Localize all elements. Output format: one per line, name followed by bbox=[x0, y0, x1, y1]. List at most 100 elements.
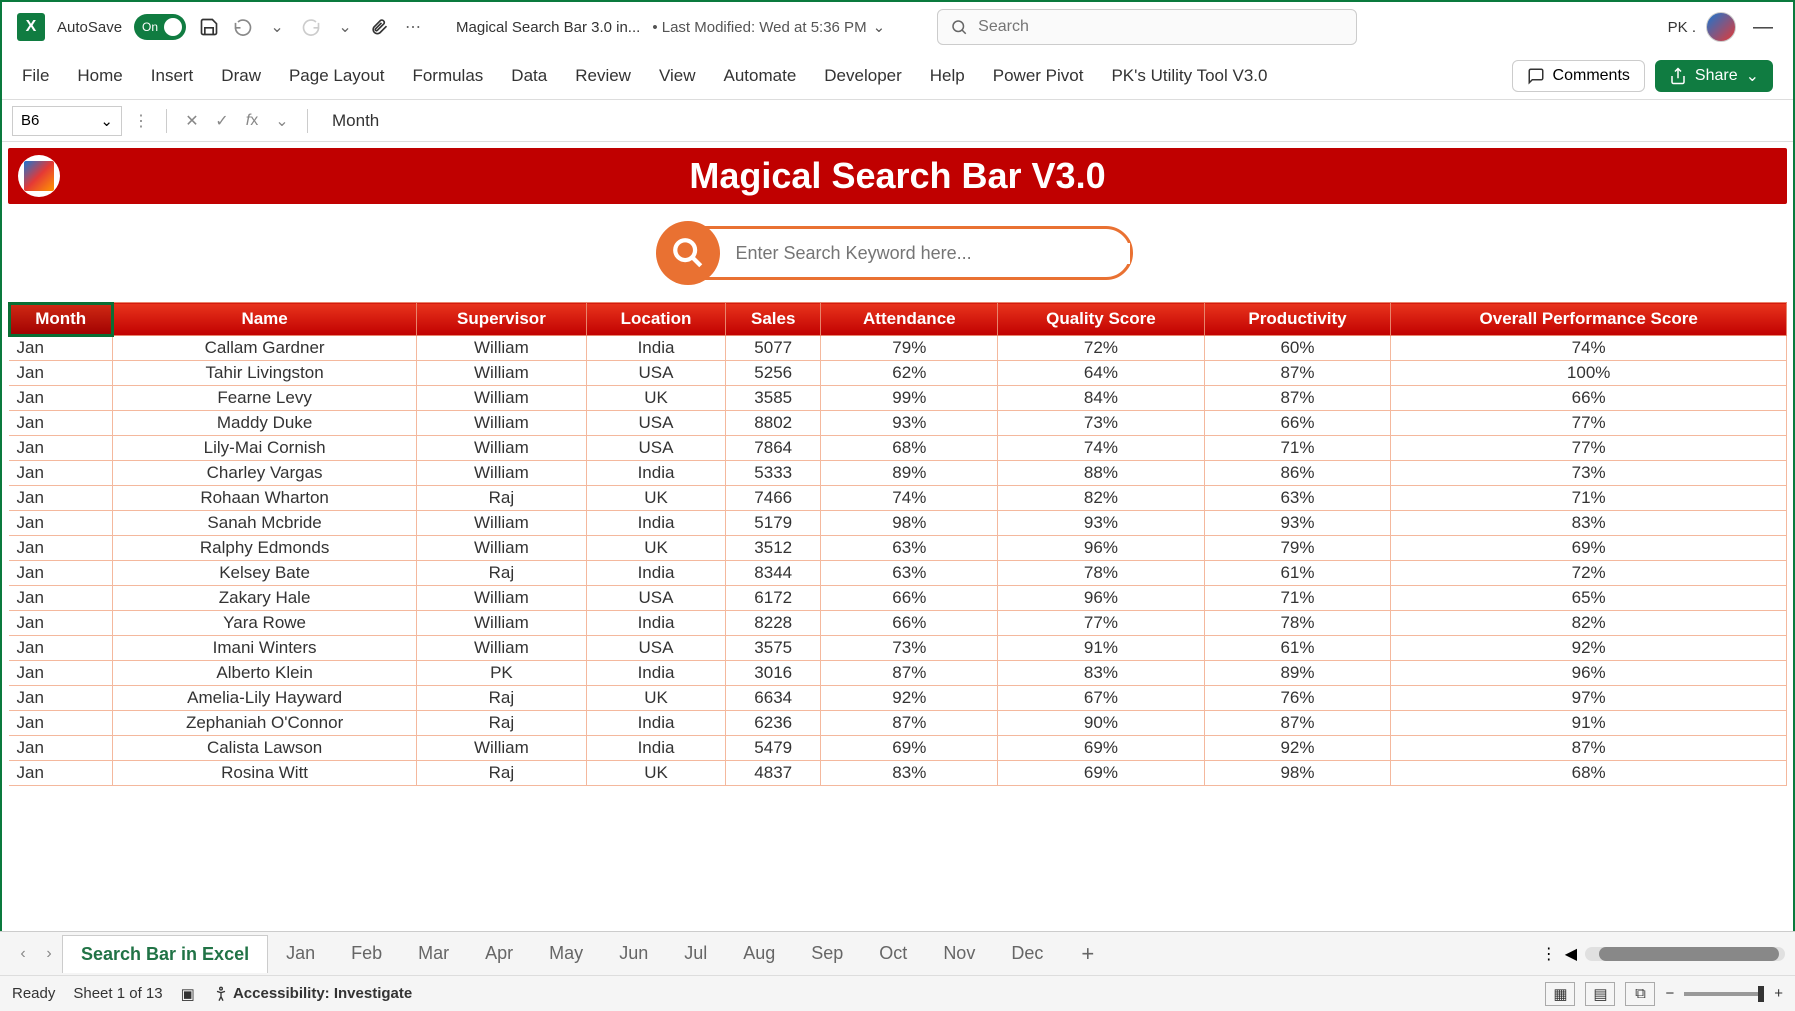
cell[interactable]: 83% bbox=[998, 661, 1204, 686]
cell[interactable]: 71% bbox=[1204, 586, 1391, 611]
col-header[interactable]: Supervisor bbox=[416, 303, 586, 336]
sheet-tab-mar[interactable]: Mar bbox=[400, 935, 467, 972]
cell[interactable]: 96% bbox=[1391, 661, 1787, 686]
ribbon-tab-formulas[interactable]: Formulas bbox=[412, 66, 483, 86]
view-normal-icon[interactable]: ▦ bbox=[1545, 982, 1575, 1006]
cell[interactable]: 74% bbox=[1391, 336, 1787, 361]
col-header[interactable]: Attendance bbox=[821, 303, 998, 336]
cell[interactable]: 5179 bbox=[726, 511, 821, 536]
ribbon-tab-page-layout[interactable]: Page Layout bbox=[289, 66, 384, 86]
sheet-options-icon[interactable]: ⋮ bbox=[1541, 944, 1557, 964]
cell[interactable]: UK bbox=[587, 486, 726, 511]
cell[interactable]: Jan bbox=[9, 536, 113, 561]
cell[interactable]: 66% bbox=[821, 611, 998, 636]
table-row[interactable]: JanZakary HaleWilliamUSA617266%96%71%65% bbox=[9, 586, 1787, 611]
sheet-tab-may[interactable]: May bbox=[531, 935, 601, 972]
cell[interactable]: Jan bbox=[9, 411, 113, 436]
cell[interactable]: 69% bbox=[998, 736, 1204, 761]
attach-icon[interactable] bbox=[368, 16, 390, 38]
col-header[interactable]: Month bbox=[9, 303, 113, 336]
cell[interactable]: 7864 bbox=[726, 436, 821, 461]
ribbon-tab-automate[interactable]: Automate bbox=[724, 66, 797, 86]
cell[interactable]: India bbox=[587, 736, 726, 761]
col-header[interactable]: Sales bbox=[726, 303, 821, 336]
search-icon[interactable] bbox=[656, 221, 720, 285]
redo-icon[interactable] bbox=[300, 16, 322, 38]
cell[interactable]: William bbox=[416, 361, 586, 386]
cell[interactable]: 63% bbox=[1204, 486, 1391, 511]
cell[interactable]: USA bbox=[587, 586, 726, 611]
share-button[interactable]: Share ⌄ bbox=[1655, 60, 1773, 92]
ribbon-tab-developer[interactable]: Developer bbox=[824, 66, 902, 86]
minimize-ribbon-icon[interactable]: — bbox=[1748, 16, 1778, 39]
cell[interactable]: Rosina Witt bbox=[113, 761, 416, 786]
cell[interactable]: USA bbox=[587, 411, 726, 436]
global-search-input[interactable] bbox=[978, 18, 1344, 36]
cell[interactable]: 62% bbox=[821, 361, 998, 386]
cell[interactable]: 66% bbox=[821, 586, 998, 611]
cell[interactable]: 72% bbox=[1391, 561, 1787, 586]
cell[interactable]: 97% bbox=[1391, 686, 1787, 711]
cell[interactable]: 89% bbox=[1204, 661, 1391, 686]
table-row[interactable]: JanCharley VargasWilliamIndia533389%88%8… bbox=[9, 461, 1787, 486]
horizontal-scrollbar[interactable] bbox=[1585, 947, 1785, 961]
cell[interactable]: Zakary Hale bbox=[113, 586, 416, 611]
cell[interactable]: 87% bbox=[1391, 736, 1787, 761]
cell[interactable]: Jan bbox=[9, 386, 113, 411]
cell[interactable]: Charley Vargas bbox=[113, 461, 416, 486]
comments-button[interactable]: Comments bbox=[1512, 60, 1645, 92]
sheet-tab-active[interactable]: Search Bar in Excel bbox=[62, 935, 268, 973]
cell[interactable]: Callam Gardner bbox=[113, 336, 416, 361]
cell[interactable]: 84% bbox=[998, 386, 1204, 411]
cell[interactable]: 86% bbox=[1204, 461, 1391, 486]
cell[interactable]: 87% bbox=[1204, 711, 1391, 736]
table-row[interactable]: JanFearne LevyWilliamUK358599%84%87%66% bbox=[9, 386, 1787, 411]
cell[interactable]: Rohaan Wharton bbox=[113, 486, 416, 511]
cell[interactable]: Jan bbox=[9, 436, 113, 461]
cell[interactable]: 61% bbox=[1204, 636, 1391, 661]
cell[interactable]: 87% bbox=[821, 711, 998, 736]
sheet-tab-jul[interactable]: Jul bbox=[666, 935, 725, 972]
cell[interactable]: PK bbox=[416, 661, 586, 686]
cell[interactable]: 6634 bbox=[726, 686, 821, 711]
cell[interactable]: Jan bbox=[9, 711, 113, 736]
col-header[interactable]: Location bbox=[587, 303, 726, 336]
cell[interactable]: William bbox=[416, 336, 586, 361]
cell[interactable]: 77% bbox=[1391, 411, 1787, 436]
sheet-tab-jun[interactable]: Jun bbox=[601, 935, 666, 972]
cell[interactable]: Jan bbox=[9, 461, 113, 486]
cell[interactable]: 71% bbox=[1204, 436, 1391, 461]
col-header[interactable]: Quality Score bbox=[998, 303, 1204, 336]
cell[interactable]: 72% bbox=[998, 336, 1204, 361]
cell[interactable]: 78% bbox=[1204, 611, 1391, 636]
table-row[interactable]: JanZephaniah O'ConnorRajIndia623687%90%8… bbox=[9, 711, 1787, 736]
cell[interactable]: Yara Rowe bbox=[113, 611, 416, 636]
sheet-nav-prev[interactable]: ‹ bbox=[10, 945, 36, 963]
sheet-tab-aug[interactable]: Aug bbox=[725, 935, 793, 972]
chevron-down-icon[interactable]: ⌄ bbox=[266, 16, 288, 38]
undo-icon[interactable] bbox=[232, 16, 254, 38]
cell[interactable]: William bbox=[416, 611, 586, 636]
cell[interactable]: 79% bbox=[1204, 536, 1391, 561]
sheet-tab-sep[interactable]: Sep bbox=[793, 935, 861, 972]
cell[interactable]: William bbox=[416, 636, 586, 661]
zoom-slider[interactable] bbox=[1684, 992, 1764, 996]
cell[interactable]: 69% bbox=[821, 736, 998, 761]
cell[interactable]: William bbox=[416, 386, 586, 411]
cell[interactable]: India bbox=[587, 561, 726, 586]
cell[interactable]: 3575 bbox=[726, 636, 821, 661]
enter-icon[interactable]: ✓ bbox=[211, 111, 233, 131]
ribbon-tab-home[interactable]: Home bbox=[77, 66, 122, 86]
cell[interactable]: 82% bbox=[998, 486, 1204, 511]
cell[interactable]: 74% bbox=[998, 436, 1204, 461]
cell[interactable]: Jan bbox=[9, 686, 113, 711]
cell[interactable]: 5333 bbox=[726, 461, 821, 486]
cell[interactable]: William bbox=[416, 736, 586, 761]
ribbon-tab-file[interactable]: File bbox=[22, 66, 49, 86]
cell[interactable]: Lily-Mai Cornish bbox=[113, 436, 416, 461]
cell[interactable]: 73% bbox=[821, 636, 998, 661]
view-pagebreak-icon[interactable]: ⧉ bbox=[1625, 982, 1655, 1006]
autosave-toggle[interactable]: On bbox=[134, 14, 186, 40]
sheet-tab-nov[interactable]: Nov bbox=[925, 935, 993, 972]
cell[interactable]: India bbox=[587, 711, 726, 736]
